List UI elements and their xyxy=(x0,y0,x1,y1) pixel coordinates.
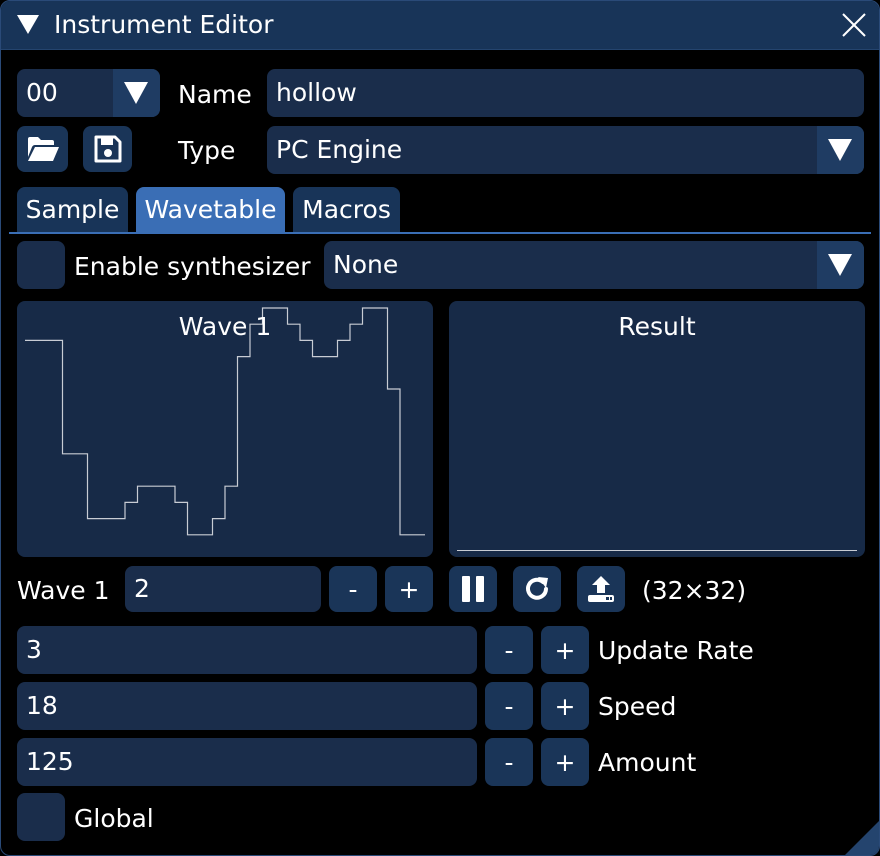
resize-grip[interactable] xyxy=(845,821,879,855)
upload-tray-icon xyxy=(588,576,614,602)
update-rate-increment-button[interactable]: + xyxy=(541,626,589,674)
amount-label: Amount xyxy=(598,748,697,777)
floppy-disk-icon xyxy=(94,135,121,163)
upload-button[interactable] xyxy=(577,566,625,612)
chevron-down-icon xyxy=(124,82,148,104)
result-panel-title: Result xyxy=(618,312,696,341)
amount-increment-button[interactable]: + xyxy=(541,738,589,786)
enable-synth-checkbox[interactable] xyxy=(17,241,65,289)
tab-wavetable[interactable]: Wavetable xyxy=(136,187,285,233)
wave-decrement-button[interactable]: - xyxy=(329,566,377,612)
speed-label: Speed xyxy=(598,692,677,721)
open-button[interactable] xyxy=(17,126,68,172)
folder-open-icon xyxy=(27,137,59,161)
result-panel: Result xyxy=(449,301,865,557)
update-rate-label: Update Rate xyxy=(598,636,754,665)
global-label: Global xyxy=(74,804,154,833)
amount-decrement-button[interactable]: - xyxy=(485,738,533,786)
amount-input[interactable]: 125 xyxy=(17,738,477,786)
synth-mode-value: None xyxy=(333,250,399,279)
instrument-editor-window: Instrument Editor 00 Name hollow Type PC… xyxy=(0,0,880,856)
speed-input[interactable]: 18 xyxy=(17,682,477,730)
speed-decrement-button[interactable]: - xyxy=(485,682,533,730)
enable-synth-label: Enable synthesizer xyxy=(74,252,311,281)
tab-macros[interactable]: Macros xyxy=(293,187,400,233)
update-rate-decrement-button[interactable]: - xyxy=(485,626,533,674)
name-input[interactable]: hollow xyxy=(267,69,864,117)
wave-panel-title: Wave 1 xyxy=(178,312,272,341)
chevron-down-icon xyxy=(828,254,852,276)
type-value: PC Engine xyxy=(276,135,403,164)
close-x-icon[interactable] xyxy=(839,10,869,40)
type-label: Type xyxy=(178,136,236,165)
tab-bar-underline xyxy=(9,232,871,234)
tab-sample[interactable]: Sample xyxy=(17,187,128,233)
wave-index-input[interactable]: 2 xyxy=(125,566,321,612)
wave-line xyxy=(25,307,425,536)
wave-ctrl-label: Wave 1 xyxy=(17,576,110,605)
window-title: Instrument Editor xyxy=(54,10,274,39)
collapse-triangle-icon[interactable] xyxy=(17,15,39,34)
synth-mode-dropdown-button[interactable] xyxy=(817,241,864,289)
name-label: Name xyxy=(178,80,252,109)
pause-button[interactable] xyxy=(449,566,497,612)
synth-mode-combo[interactable]: None xyxy=(324,241,864,289)
type-combo[interactable]: PC Engine xyxy=(267,126,864,174)
rotate-icon xyxy=(526,577,548,600)
wave-size-text: (32×32) xyxy=(642,576,747,605)
instrument-index-dropdown-button[interactable] xyxy=(113,69,160,117)
title-bar[interactable]: Instrument Editor xyxy=(1,1,879,50)
result-baseline xyxy=(457,550,857,551)
wave-increment-button[interactable]: + xyxy=(385,566,433,612)
type-dropdown-button[interactable] xyxy=(817,126,864,174)
speed-increment-button[interactable]: + xyxy=(541,682,589,730)
instrument-index-combo[interactable]: 00 xyxy=(17,69,160,117)
global-checkbox[interactable] xyxy=(17,793,65,841)
reset-button[interactable] xyxy=(513,566,561,612)
instrument-index-value: 00 xyxy=(26,78,58,107)
pause-icon xyxy=(462,576,484,602)
save-button[interactable] xyxy=(83,126,132,172)
wave-panel[interactable]: Wave 1 xyxy=(17,301,433,557)
chevron-down-icon xyxy=(828,139,852,161)
update-rate-input[interactable]: 3 xyxy=(17,626,477,674)
